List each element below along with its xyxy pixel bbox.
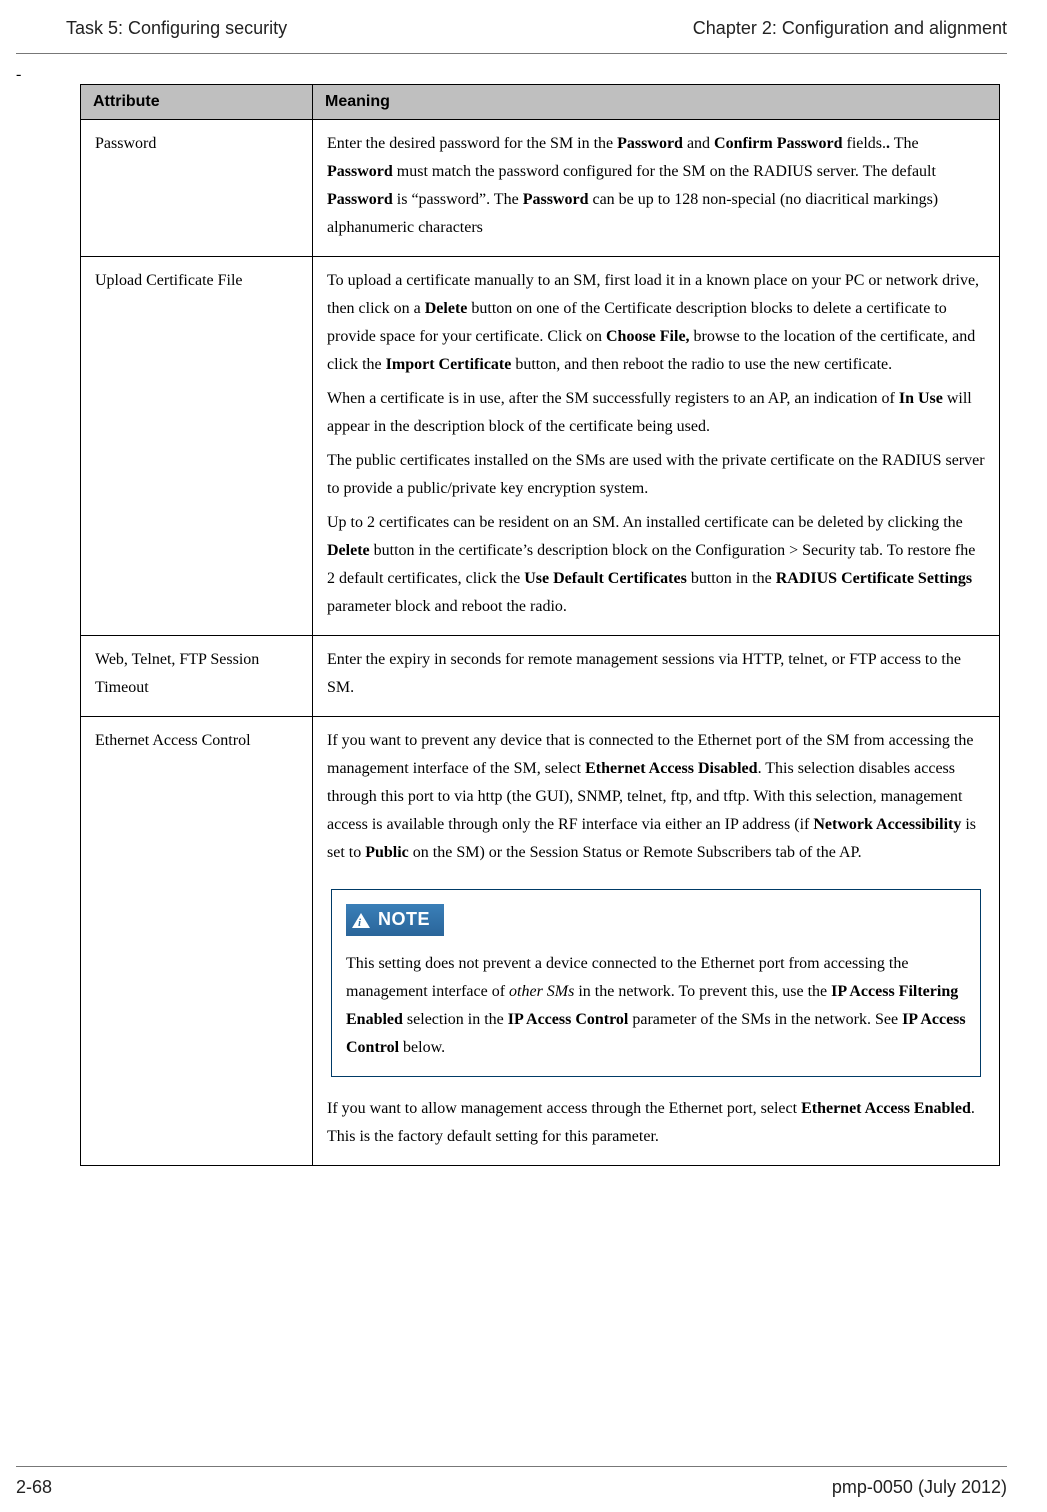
- meaning-cell-web-timeout: Enter the expiry in seconds for remote m…: [313, 636, 1000, 717]
- attribute-meaning-table: Attribute Meaning Password Enter the des…: [80, 84, 1000, 1166]
- text-bold: Password: [617, 135, 683, 152]
- text: button in the: [687, 570, 776, 587]
- meaning-cell-upload-cert: To upload a certificate manually to an S…: [313, 257, 1000, 636]
- meaning-cell-ethernet-access: If you want to prevent any device that i…: [313, 717, 1000, 1166]
- text: Enter the expiry in seconds for remote m…: [327, 646, 985, 702]
- note-badge: NOTE: [346, 904, 444, 936]
- text-italic: other SMs: [509, 983, 574, 1000]
- text-bold: Password: [327, 163, 393, 180]
- text: in the network. To prevent this, use the: [574, 983, 831, 1000]
- text-bold: Use Default Certificates: [524, 570, 687, 587]
- text-bold: Password: [327, 191, 393, 208]
- footer-page-number: 2-68: [16, 1477, 52, 1498]
- text: Up to 2 certificates can be resident on …: [327, 514, 963, 531]
- text-bold: Confirm Password: [714, 135, 842, 152]
- text: The public certificates installed on the…: [327, 447, 985, 503]
- text: must match the password configured for t…: [393, 163, 936, 180]
- text: on the SM) or the Session Status or Remo…: [409, 844, 862, 861]
- attr-cell-web-timeout: Web, Telnet, FTP Session Timeout: [81, 636, 313, 717]
- text-bold: Network Accessibility: [813, 816, 961, 833]
- table-row: Web, Telnet, FTP Session Timeout Enter t…: [81, 636, 1000, 717]
- text: If you want to allow management access t…: [327, 1100, 801, 1117]
- col-header-attribute: Attribute: [81, 85, 313, 120]
- page-footer: 2-68 pmp-0050 (July 2012): [16, 1466, 1007, 1498]
- text: The: [890, 135, 919, 152]
- table-row: Upload Certificate File To upload a cert…: [81, 257, 1000, 636]
- text: parameter block and reboot the radio.: [327, 598, 567, 615]
- text-bold: RADIUS Certificate Settings: [776, 570, 972, 587]
- text-bold: Delete: [425, 300, 468, 317]
- text-bold: Ethernet Access Disabled: [585, 760, 757, 777]
- text: button, and then reboot the radio to use…: [511, 356, 892, 373]
- col-header-meaning: Meaning: [313, 85, 1000, 120]
- text-bold: Delete: [327, 542, 370, 559]
- attr-cell-ethernet-access: Ethernet Access Control: [81, 717, 313, 1166]
- table-row: Password Enter the desired password for …: [81, 120, 1000, 257]
- meaning-cell-password: Enter the desired password for the SM in…: [313, 120, 1000, 257]
- header-rule: [16, 53, 1007, 54]
- footer-doc-id: pmp-0050 (July 2012): [832, 1477, 1007, 1498]
- attr-cell-upload-cert: Upload Certificate File: [81, 257, 313, 636]
- text: selection in the: [403, 1011, 508, 1028]
- text: parameter of the SMs in the network. See: [628, 1011, 902, 1028]
- text-bold: IP Access Control: [508, 1011, 629, 1028]
- text-bold: Password: [523, 191, 589, 208]
- text-bold: Choose File,: [606, 328, 690, 345]
- header-left: Task 5: Configuring security: [66, 18, 287, 39]
- note-label-text: NOTE: [378, 904, 430, 936]
- table-row: Ethernet Access Control If you want to p…: [81, 717, 1000, 1166]
- text-bold: Public: [365, 844, 409, 861]
- header-right: Chapter 2: Configuration and alignment: [693, 18, 1007, 39]
- text: fields.: [842, 135, 886, 152]
- text: and: [683, 135, 714, 152]
- text: Enter the desired password for the SM in…: [327, 135, 617, 152]
- text-bold: In Use: [899, 390, 943, 407]
- text: When a certificate is in use, after the …: [327, 390, 899, 407]
- text-bold: Ethernet Access Enabled: [801, 1100, 971, 1117]
- text: below.: [399, 1039, 445, 1056]
- warning-triangle-icon: [352, 913, 370, 928]
- stray-dash: -: [16, 66, 1007, 84]
- text-bold: Import Certificate: [386, 356, 512, 373]
- text: is “password”. The: [393, 191, 523, 208]
- attr-cell-password: Password: [81, 120, 313, 257]
- page-header: Task 5: Configuring security Chapter 2: …: [66, 18, 1007, 53]
- note-callout: NOTE This setting does not prevent a dev…: [331, 889, 981, 1077]
